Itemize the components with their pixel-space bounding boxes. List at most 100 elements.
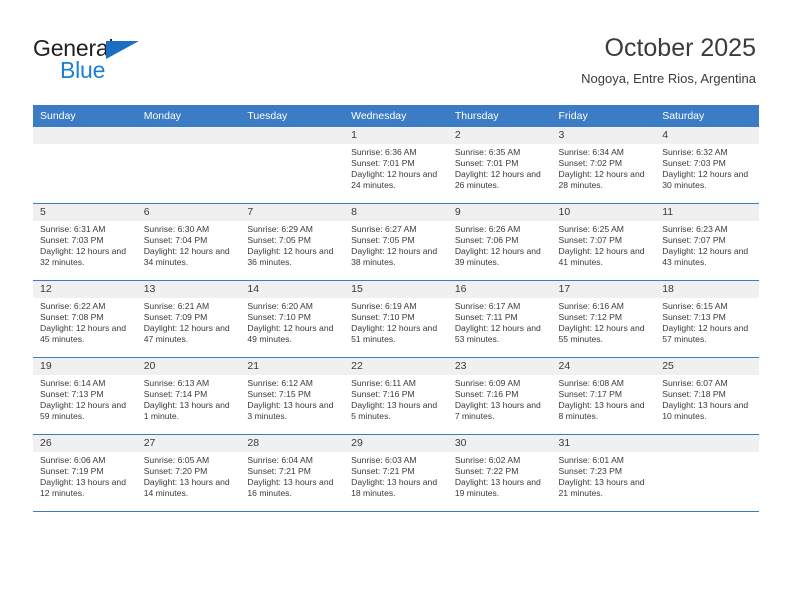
calendar-day-cell[interactable]: 21 Sunrise: 6:12 AM Sunset: 7:15 PM Dayli…: [240, 357, 345, 435]
calendar-week-row: 12 Sunrise: 6:22 AM Sunset: 7:08 PM Dayli…: [33, 280, 759, 358]
calendar-grid: Sunday Monday Tuesday Wednesday Thursday Frid…: [33, 105, 759, 512]
day-number: 5: [33, 204, 137, 221]
calendar-week-row: 26 Sunrise: 6:06 AM Sunset: 7:19 PM Dayli…: [33, 434, 759, 512]
calendar-day-cell[interactable]: 23 Sunrise: 6:09 AM Sunset: 7:16 PM Dayli…: [447, 357, 552, 435]
day-number: [655, 435, 759, 452]
day-number: 25: [655, 358, 759, 375]
day-cell-inner: 31 Sunrise: 6:01 AM Sunset: 7:23 PM Dayli…: [551, 435, 656, 511]
sun-times-detail: Sunrise: 6:16 AM Sunset: 7:12 PM Dayligh…: [558, 301, 645, 344]
day-number: 4: [655, 127, 759, 144]
calendar-day-cell[interactable]: 9 Sunrise: 6:26 AM Sunset: 7:06 PM Daylig…: [447, 203, 552, 281]
calendar-day-cell[interactable]: 14 Sunrise: 6:20 AM Sunset: 7:10 PM Dayli…: [240, 280, 345, 358]
calendar-day-cell[interactable]: 3 Sunrise: 6:34 AM Sunset: 7:02 PM Daylig…: [551, 127, 656, 204]
calendar-day-cell[interactable]: 19 Sunrise: 6:14 AM Sunset: 7:13 PM Dayli…: [33, 357, 137, 435]
sun-times-detail: Sunrise: 6:03 AM Sunset: 7:21 PM Dayligh…: [351, 455, 438, 498]
day-cell-inner: 7 Sunrise: 6:29 AM Sunset: 7:05 PM Daylig…: [240, 204, 345, 280]
sun-times-detail: Sunrise: 6:19 AM Sunset: 7:10 PM Dayligh…: [351, 301, 438, 344]
logo-text-blue: Blue: [60, 57, 106, 83]
calendar-day-cell[interactable]: 4 Sunrise: 6:32 AM Sunset: 7:03 PM Daylig…: [655, 127, 759, 204]
day-cell-inner: 18 Sunrise: 6:15 AM Sunset: 7:13 PM Dayli…: [655, 281, 759, 357]
calendar-day-cell[interactable]: 6 Sunrise: 6:30 AM Sunset: 7:04 PM Daylig…: [136, 203, 241, 281]
day-number: 30: [447, 435, 552, 452]
calendar-day-cell[interactable]: 13 Sunrise: 6:21 AM Sunset: 7:09 PM Dayli…: [136, 280, 241, 358]
calendar-day-cell[interactable]: 27 Sunrise: 6:05 AM Sunset: 7:20 PM Dayli…: [136, 434, 241, 512]
day-cell-inner: 10 Sunrise: 6:25 AM Sunset: 7:07 PM Dayli…: [551, 204, 656, 280]
weekday-header-wednesday: Wednesday: [344, 105, 448, 127]
day-number: 10: [551, 204, 656, 221]
calendar-day-cell[interactable]: 7 Sunrise: 6:29 AM Sunset: 7:05 PM Daylig…: [240, 203, 345, 281]
calendar-day-cell[interactable]: 10 Sunrise: 6:25 AM Sunset: 7:07 PM Dayli…: [551, 203, 656, 281]
calendar-day-cell[interactable]: 29 Sunrise: 6:03 AM Sunset: 7:21 PM Dayli…: [344, 434, 448, 512]
day-number: 12: [33, 281, 137, 298]
day-number: 2: [447, 127, 552, 144]
calendar-day-cell[interactable]: 12 Sunrise: 6:22 AM Sunset: 7:08 PM Dayli…: [33, 280, 137, 358]
sun-times-detail: Sunrise: 6:05 AM Sunset: 7:20 PM Dayligh…: [143, 455, 230, 498]
calendar-day-cell[interactable]: 18 Sunrise: 6:15 AM Sunset: 7:13 PM Dayli…: [655, 280, 759, 358]
sun-times-detail: Sunrise: 6:34 AM Sunset: 7:02 PM Dayligh…: [558, 147, 645, 190]
sun-times-detail: Sunrise: 6:23 AM Sunset: 7:07 PM Dayligh…: [662, 224, 749, 267]
sun-times-detail: Sunrise: 6:04 AM Sunset: 7:21 PM Dayligh…: [247, 455, 334, 498]
calendar-day-cell[interactable]: 31 Sunrise: 6:01 AM Sunset: 7:23 PM Dayli…: [551, 434, 656, 512]
calendar-day-cell[interactable]: 24 Sunrise: 6:08 AM Sunset: 7:17 PM Dayli…: [551, 357, 656, 435]
weekday-header-monday: Monday: [136, 105, 241, 127]
calendar-day-cell[interactable]: 1 Sunrise: 6:36 AM Sunset: 7:01 PM Daylig…: [344, 127, 448, 204]
day-number: 14: [240, 281, 345, 298]
day-number: 29: [344, 435, 448, 452]
calendar-day-cell[interactable]: 28 Sunrise: 6:04 AM Sunset: 7:21 PM Dayli…: [240, 434, 345, 512]
sun-times-detail: Sunrise: 6:22 AM Sunset: 7:08 PM Dayligh…: [40, 301, 126, 344]
sun-times-detail: Sunrise: 6:20 AM Sunset: 7:10 PM Dayligh…: [247, 301, 334, 344]
day-number: 21: [240, 358, 345, 375]
calendar-day-cell[interactable]: 20 Sunrise: 6:13 AM Sunset: 7:14 PM Dayli…: [136, 357, 241, 435]
general-blue-logo[interactable]: General Blue: [33, 36, 243, 86]
sun-times-detail: Sunrise: 6:02 AM Sunset: 7:22 PM Dayligh…: [454, 455, 541, 498]
day-cell-inner: [33, 127, 137, 203]
day-cell-inner: 17 Sunrise: 6:16 AM Sunset: 7:12 PM Dayli…: [551, 281, 656, 357]
day-cell-inner: 26 Sunrise: 6:06 AM Sunset: 7:19 PM Dayli…: [33, 435, 137, 511]
weekday-header-sunday: Sunday: [33, 105, 137, 127]
sun-times-detail: Sunrise: 6:09 AM Sunset: 7:16 PM Dayligh…: [454, 378, 541, 421]
calendar-body: 1 Sunrise: 6:36 AM Sunset: 7:01 PM Daylig…: [33, 127, 759, 512]
sun-times-detail: [137, 144, 241, 147]
calendar-cell-empty: [655, 434, 759, 512]
calendar-page: General Blue October 2025 Nogoya, Entre …: [0, 0, 792, 612]
day-number: 9: [447, 204, 552, 221]
day-cell-inner: 8 Sunrise: 6:27 AM Sunset: 7:05 PM Daylig…: [344, 204, 448, 280]
calendar-day-cell[interactable]: 16 Sunrise: 6:17 AM Sunset: 7:11 PM Dayli…: [447, 280, 552, 358]
sun-times-detail: Sunrise: 6:14 AM Sunset: 7:13 PM Dayligh…: [40, 378, 126, 421]
day-cell-inner: 21 Sunrise: 6:12 AM Sunset: 7:15 PM Dayli…: [240, 358, 345, 434]
calendar-week-row: 5 Sunrise: 6:31 AM Sunset: 7:03 PM Daylig…: [33, 203, 759, 281]
day-number: 18: [655, 281, 759, 298]
day-number: 24: [551, 358, 656, 375]
sun-times-detail: Sunrise: 6:15 AM Sunset: 7:13 PM Dayligh…: [662, 301, 749, 344]
calendar-day-cell[interactable]: 2 Sunrise: 6:35 AM Sunset: 7:01 PM Daylig…: [447, 127, 552, 204]
day-number: 19: [33, 358, 137, 375]
day-cell-inner: 4 Sunrise: 6:32 AM Sunset: 7:03 PM Daylig…: [655, 127, 759, 203]
calendar-day-cell[interactable]: 22 Sunrise: 6:11 AM Sunset: 7:16 PM Dayli…: [344, 357, 448, 435]
day-number: 27: [136, 435, 241, 452]
sun-times-detail: Sunrise: 6:29 AM Sunset: 7:05 PM Dayligh…: [247, 224, 334, 267]
calendar-cell-empty: [33, 127, 137, 204]
calendar-day-cell[interactable]: 30 Sunrise: 6:02 AM Sunset: 7:22 PM Dayli…: [447, 434, 552, 512]
day-number: 26: [33, 435, 137, 452]
calendar-day-cell[interactable]: 17 Sunrise: 6:16 AM Sunset: 7:12 PM Dayli…: [551, 280, 656, 358]
sun-times-detail: Sunrise: 6:21 AM Sunset: 7:09 PM Dayligh…: [143, 301, 230, 344]
calendar-week-row: 19 Sunrise: 6:14 AM Sunset: 7:13 PM Dayli…: [33, 357, 759, 435]
day-cell-inner: 22 Sunrise: 6:11 AM Sunset: 7:16 PM Dayli…: [344, 358, 448, 434]
sun-times-detail: Sunrise: 6:35 AM Sunset: 7:01 PM Dayligh…: [454, 147, 541, 190]
sun-times-detail: Sunrise: 6:30 AM Sunset: 7:04 PM Dayligh…: [143, 224, 230, 267]
sun-times-detail: [655, 452, 759, 455]
calendar-day-cell[interactable]: 25 Sunrise: 6:07 AM Sunset: 7:18 PM Dayli…: [655, 357, 759, 435]
day-cell-inner: [240, 127, 345, 203]
day-number: [33, 127, 137, 144]
sun-times-detail: Sunrise: 6:08 AM Sunset: 7:17 PM Dayligh…: [558, 378, 645, 421]
calendar-day-cell[interactable]: 11 Sunrise: 6:23 AM Sunset: 7:07 PM Dayli…: [655, 203, 759, 281]
weekday-header-saturday: Saturday: [655, 105, 759, 127]
calendar-day-cell[interactable]: 26 Sunrise: 6:06 AM Sunset: 7:19 PM Dayli…: [33, 434, 137, 512]
calendar-day-cell[interactable]: 15 Sunrise: 6:19 AM Sunset: 7:10 PM Dayli…: [344, 280, 448, 358]
day-cell-inner: 14 Sunrise: 6:20 AM Sunset: 7:10 PM Dayli…: [240, 281, 345, 357]
calendar-day-cell[interactable]: 8 Sunrise: 6:27 AM Sunset: 7:05 PM Daylig…: [344, 203, 448, 281]
sun-times-detail: Sunrise: 6:11 AM Sunset: 7:16 PM Dayligh…: [351, 378, 438, 421]
day-cell-inner: 25 Sunrise: 6:07 AM Sunset: 7:18 PM Dayli…: [655, 358, 759, 434]
calendar-day-cell[interactable]: 5 Sunrise: 6:31 AM Sunset: 7:03 PM Daylig…: [33, 203, 137, 281]
page-title: October 2025: [604, 34, 757, 62]
